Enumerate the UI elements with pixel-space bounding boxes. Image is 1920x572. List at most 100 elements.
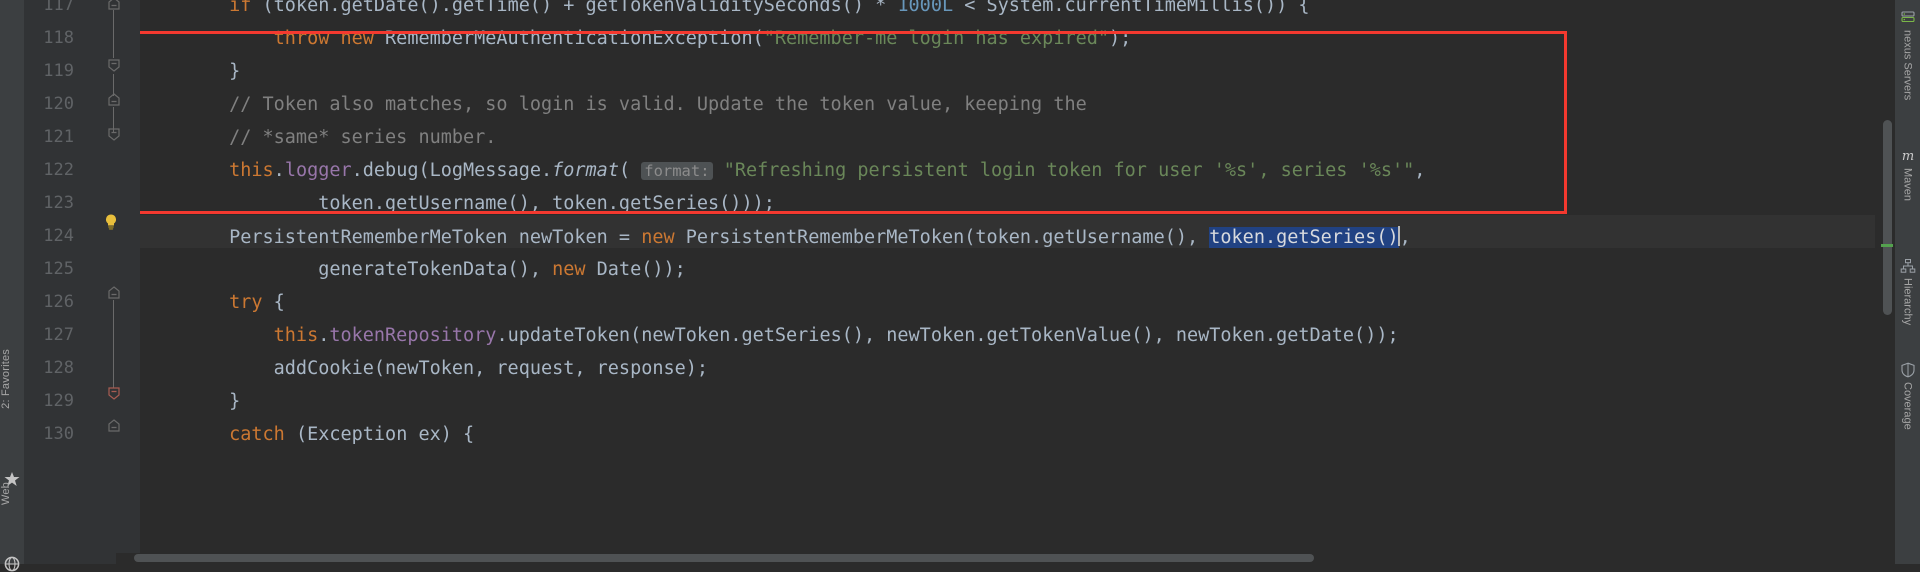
fold-region-line-126-129 bbox=[113, 300, 114, 388]
line-number: 127 bbox=[43, 325, 74, 345]
code-token-plain: . bbox=[318, 325, 330, 346]
sidebar-item-web[interactable]: Web bbox=[0, 482, 24, 572]
code-token-num: 1000L bbox=[897, 0, 954, 16]
code-token-plain: ( bbox=[618, 160, 642, 181]
fold-marker-130[interactable] bbox=[106, 418, 122, 434]
code-editor[interactable]: if (token.getDate().getTime() + getToken… bbox=[140, 0, 1875, 564]
line-number: 130 bbox=[43, 424, 74, 444]
fold-marker-126[interactable] bbox=[106, 285, 122, 301]
code-token-cmt: // Token also matches, so login is valid… bbox=[229, 94, 1087, 115]
horizontal-scrollbar[interactable] bbox=[116, 553, 1540, 564]
code-token-plain: ); bbox=[1109, 28, 1132, 49]
code-token-kw: this bbox=[273, 325, 319, 346]
sidebar-item-favorites[interactable]: 2: Favorites bbox=[0, 349, 24, 486]
code-token-cmt: // *same* series number. bbox=[229, 127, 497, 148]
editor-gutter[interactable]: 117 118 119 120 121 122 123 124 125 126 127 128 129 1… bbox=[24, 0, 140, 564]
code-token-kw: this bbox=[229, 160, 274, 181]
code-token-plain: token.getUsername(), token.getSeries()))… bbox=[140, 193, 775, 214]
sidebar-item-hierarchy[interactable]: Hierarchy bbox=[1895, 258, 1920, 328]
code-line[interactable]: this.logger.debug(LogMessage.format( for… bbox=[140, 160, 1425, 181]
line-number: 123 bbox=[43, 193, 74, 213]
fold-marker-117[interactable] bbox=[106, 0, 122, 12]
code-token-ital: format bbox=[552, 160, 619, 181]
code-token-plain: , bbox=[1414, 160, 1426, 181]
annotation-rectangle bbox=[140, 31, 1567, 214]
code-token-fld: tokenRepository bbox=[329, 325, 497, 346]
code-line[interactable]: if (token.getDate().getTime() + getToken… bbox=[140, 0, 1310, 16]
code-token-hint: format: bbox=[641, 162, 713, 180]
sidebar-item-nexus-servers[interactable]: nexus Servers bbox=[1895, 10, 1920, 103]
code-token-plain: , bbox=[1399, 227, 1411, 248]
code-token-plain: RememberMeAuthenticationException( bbox=[373, 28, 764, 49]
code-token-kw: try bbox=[229, 292, 263, 313]
code-token-kw: new bbox=[641, 227, 675, 248]
code-token-plain: } bbox=[140, 61, 241, 82]
line-number: 121 bbox=[43, 127, 74, 147]
coverage-shield-icon bbox=[1900, 362, 1916, 378]
fold-marker-119[interactable] bbox=[106, 57, 122, 73]
code-token-kw: throw new bbox=[273, 28, 374, 49]
code-line[interactable]: // Token also matches, so login is valid… bbox=[140, 94, 1087, 115]
code-token-plain: generateTokenData(), bbox=[140, 259, 553, 280]
line-number: 124 bbox=[43, 226, 74, 246]
code-token-sel: token.getSeries() bbox=[1209, 227, 1399, 248]
fold-region-line-117-119 bbox=[113, 10, 114, 58]
code-line[interactable]: generateTokenData(), new Date()); bbox=[140, 259, 686, 280]
sidebar-item-coverage-label: Coverage bbox=[1901, 382, 1914, 430]
sidebar-item-nexus-servers-label: nexus Servers bbox=[1901, 30, 1914, 101]
line-number: 117 bbox=[43, 0, 74, 15]
right-tool-window-bar: nexus Servers m Maven Hierarchy Coverage bbox=[1895, 0, 1920, 564]
code-line[interactable]: } bbox=[140, 391, 240, 412]
code-token-plain: (Exception ex) { bbox=[284, 424, 475, 445]
fold-marker-129[interactable] bbox=[106, 385, 122, 401]
intention-bulb-icon[interactable] bbox=[102, 213, 120, 231]
sidebar-item-hierarchy-label: Hierarchy bbox=[1901, 278, 1914, 326]
code-line[interactable]: PersistentRememberMeToken newToken = new… bbox=[140, 226, 1411, 248]
code-line[interactable]: addCookie(newToken, request, response); bbox=[140, 358, 708, 379]
code-line[interactable]: token.getUsername(), token.getSeries()))… bbox=[140, 193, 775, 214]
left-tool-window-bar: 2: Favorites Web bbox=[0, 0, 24, 572]
fold-marker-121[interactable] bbox=[106, 126, 122, 142]
horizontal-scrollbar-thumb[interactable] bbox=[134, 554, 1314, 562]
sidebar-item-maven[interactable]: m Maven bbox=[1895, 148, 1920, 204]
code-token-plain: .updateToken(newToken.getSeries(), newTo… bbox=[496, 325, 1399, 346]
svg-text:m: m bbox=[1901, 149, 1913, 164]
code-token-kw: if bbox=[229, 0, 252, 16]
code-token-plain: . bbox=[273, 160, 285, 181]
maven-m-icon: m bbox=[1900, 148, 1916, 164]
vertical-scrollbar-thumb[interactable] bbox=[1883, 120, 1892, 315]
server-icon bbox=[1900, 10, 1916, 26]
code-token-plain: { bbox=[262, 292, 285, 313]
line-number: 128 bbox=[43, 358, 74, 378]
line-number: 120 bbox=[43, 94, 74, 114]
code-line[interactable]: // *same* series number. bbox=[140, 127, 496, 148]
sidebar-item-coverage[interactable]: Coverage bbox=[1895, 362, 1920, 433]
line-number: 125 bbox=[43, 259, 74, 279]
code-line[interactable]: this.tokenRepository.updateToken(newToke… bbox=[140, 325, 1399, 346]
code-token-kw: new bbox=[552, 259, 586, 280]
code-token-plain: } bbox=[140, 391, 241, 412]
code-token-plain: Date()); bbox=[585, 259, 686, 280]
vcs-change-marker bbox=[1881, 244, 1893, 247]
editor-scrollbar-markers[interactable] bbox=[1875, 0, 1895, 564]
line-number: 129 bbox=[43, 391, 74, 411]
code-line[interactable]: try { bbox=[140, 292, 285, 313]
code-token-plain: < System.currentTimeMillis()) { bbox=[953, 0, 1310, 16]
code-line[interactable]: } bbox=[140, 61, 240, 82]
sidebar-item-favorites-label: 2: Favorites bbox=[0, 349, 12, 409]
fold-marker-120[interactable] bbox=[106, 92, 122, 108]
code-line[interactable]: catch (Exception ex) { bbox=[140, 424, 474, 445]
line-number: 119 bbox=[43, 61, 74, 81]
globe-icon bbox=[4, 556, 20, 572]
hierarchy-icon bbox=[1900, 258, 1916, 274]
ide-window: 2: Favorites Web 117 118 119 120 121 122 123 12… bbox=[0, 0, 1920, 572]
code-line[interactable]: throw new RememberMeAuthenticationExcept… bbox=[140, 28, 1132, 49]
code-token-plain: .debug(LogMessage. bbox=[351, 160, 553, 181]
